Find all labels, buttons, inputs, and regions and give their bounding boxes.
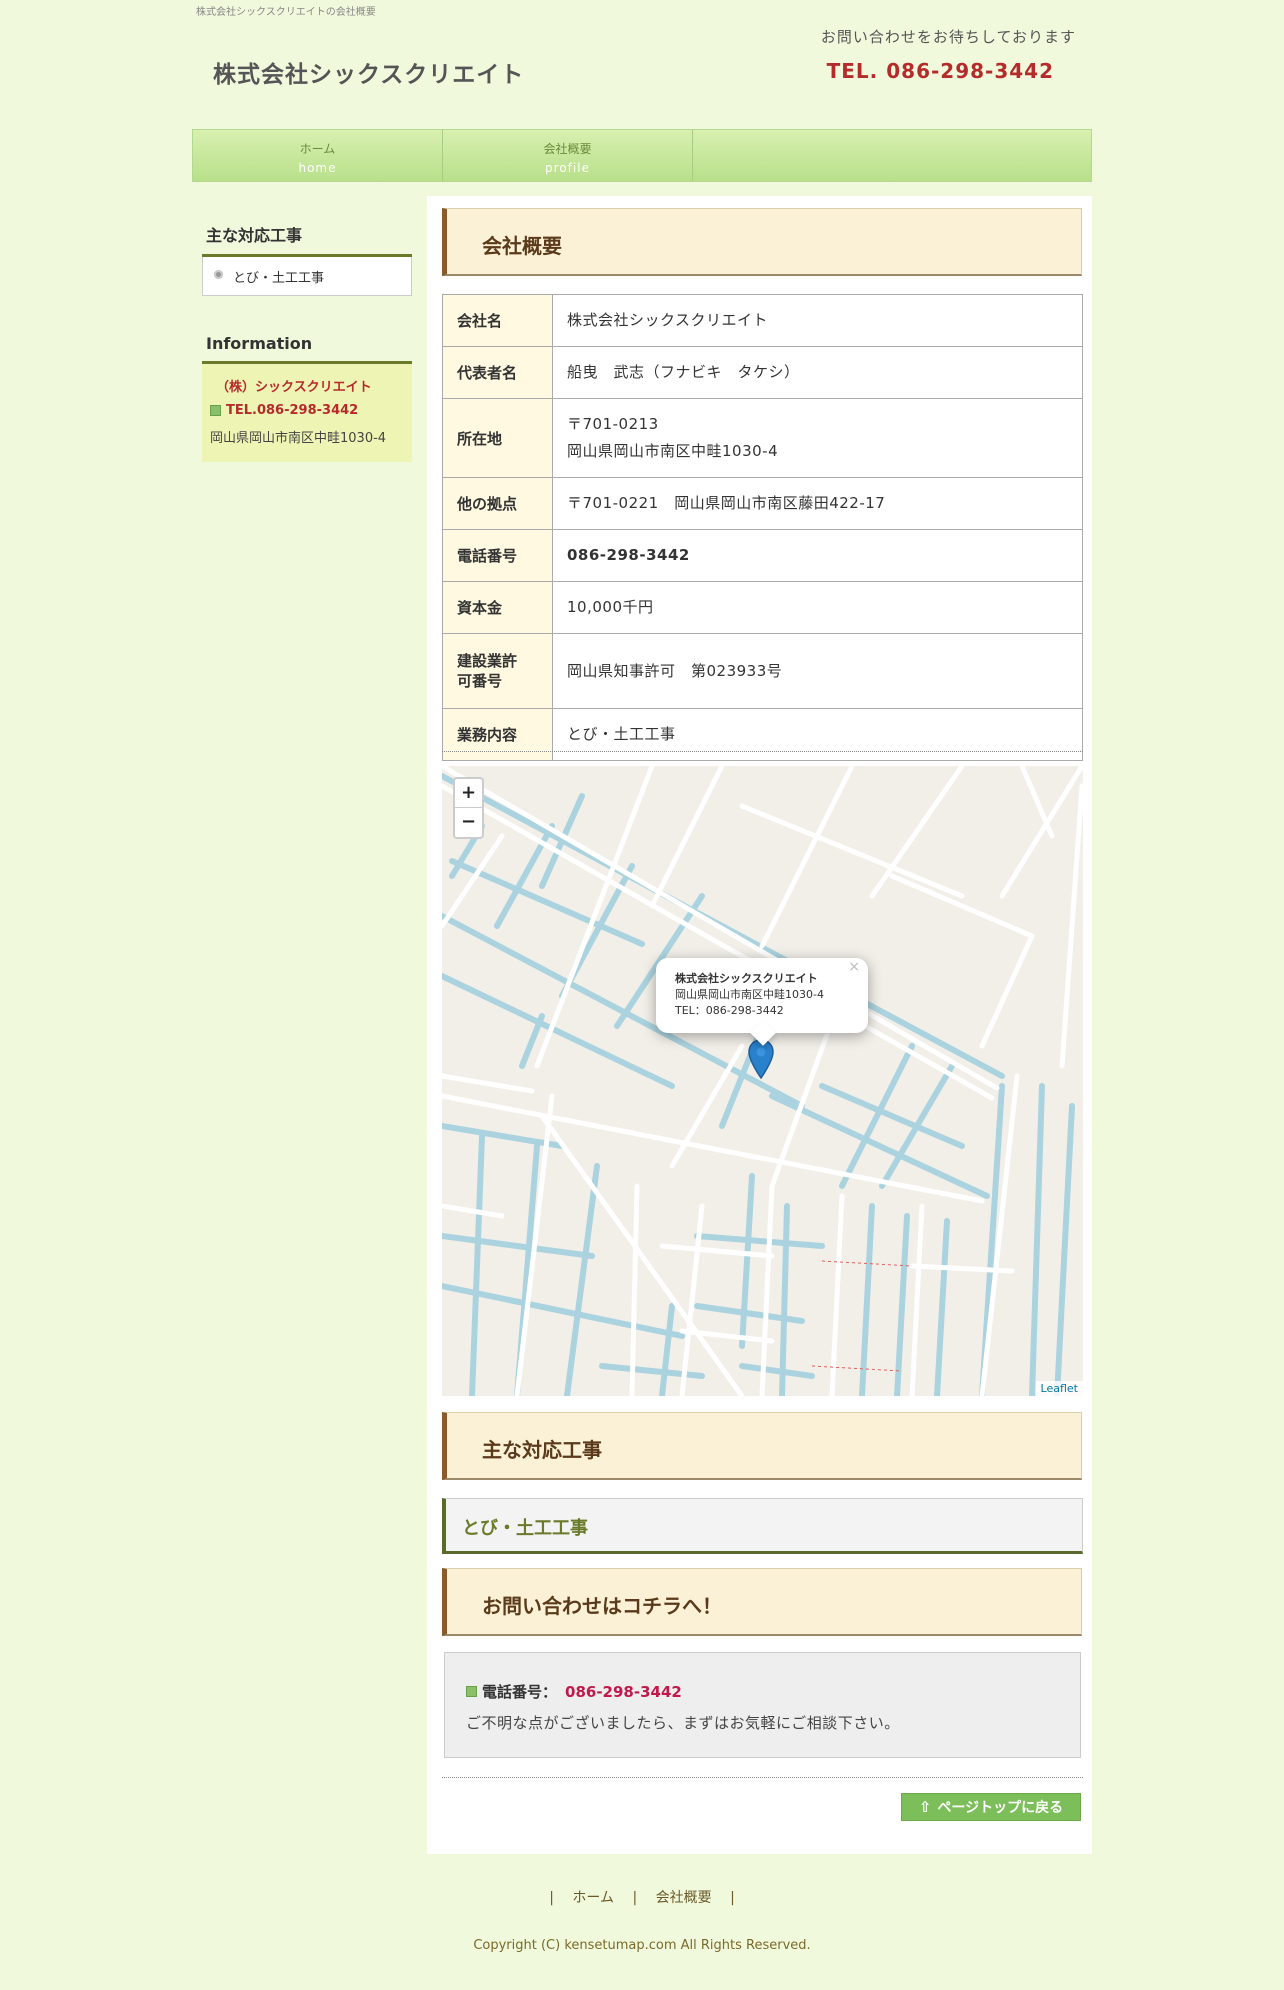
sidebar: 主な対応工事 とび・土工工事 Information （株）シックスクリエイト … [202,222,412,462]
table-row: 建設業許 可番号 岡山県知事許可 第023933号 [442,633,1083,709]
divider [442,1777,1083,1778]
table-value: 船曳 武志（フナビキ タケシ） [552,346,1083,399]
map-attribution-link[interactable]: Leaflet [1035,1381,1083,1396]
table-key: 他の拠点 [442,477,553,530]
header-contact-message: お問い合わせをお待ちしております [820,28,1076,46]
table-key: 電話番号 [442,529,553,582]
nav-item-profile[interactable]: 会社概要 profile [443,130,693,181]
contact-note: ご不明な点がございましたら、まずはお気軽にご相談下さい。 [466,1714,900,1732]
popup-address: 岡山県岡山市南区中畦1030-4 [675,988,824,1001]
header-contact: お問い合わせをお待ちしております TEL. 086-298-3442 [821,26,1076,83]
sidebar-works-heading: 主な対応工事 [202,222,412,257]
phone-icon [210,405,221,416]
table-value: 10,000千円 [552,581,1083,634]
postal-code: 〒701-0213 [567,415,659,433]
works-item: とび・土工工事 [442,1498,1083,1554]
info-address: 岡山県岡山市南区中畦1030-4 [210,431,387,446]
nav-item-label: ホーム [299,142,336,156]
footer-separator: | [730,1890,735,1906]
global-nav: ホーム home 会社概要 profile [192,129,1092,182]
table-key: 資本金 [442,581,553,634]
footer-link-profile[interactable]: 会社概要 [656,1890,712,1906]
contact-heading-text: お問い合わせはコチラへ！ [482,1594,722,1618]
zoom-control: + − [453,777,484,839]
site-title[interactable]: 株式会社シックスクリエイト [213,55,524,89]
works-heading: 主な対応工事 [442,1412,1082,1480]
arrow-up-icon: ⇧ [918,1798,932,1816]
table-key: 所在地 [442,398,553,478]
contact-box: 電話番号： 086-298-3442 ご不明な点がございましたら、まずはお気軽に… [444,1652,1081,1758]
contact-tel: 電話番号： 086-298-3442 [466,1681,1080,1702]
table-value: 株式会社シックスクリエイト [552,294,1083,347]
nav-item-label: 会社概要 [543,142,592,156]
site-caption: 株式会社シックスクリエイトの会社概要 [196,7,376,18]
footer-link-home[interactable]: ホーム [572,1890,614,1906]
table-value: 〒701-0221 岡山県岡山市南区藤田422-17 [552,477,1083,530]
table-value: 岡山県知事許可 第023933号 [552,633,1083,709]
footer-separator: | [549,1890,554,1906]
address: 岡山県岡山市南区中畦1030-4 [567,442,779,460]
table-row: 代表者名 船曳 武志（フナビキ タケシ） [442,346,1083,399]
nav-item-home[interactable]: ホーム home [193,130,443,181]
sidebar-info-heading: Information [202,334,412,364]
page-top-label: ページトップに戻る [937,1800,1064,1816]
map-marker-icon[interactable] [748,1039,774,1079]
bullet-icon [214,270,223,279]
table-row: 業務内容 とび・土工工事 [442,708,1083,761]
popup-company-name: 株式会社シックスクリエイト [675,972,818,985]
header-tel: TEL. 086-298-3442 [826,59,1054,83]
table-row: 電話番号 086-298-3442 [442,529,1083,582]
main-content: 会社概要 会社名 株式会社シックスクリエイト 代表者名 船曳 武志（フナビキ タ… [427,196,1092,1854]
footer-nav: | ホーム | 会社概要 | [0,1887,1284,1907]
page-top-button[interactable]: ⇧ ページトップに戻る [901,1793,1081,1821]
works-item-text: とび・土工工事 [462,1518,588,1539]
footer-separator: | [632,1890,638,1906]
table-value-tel[interactable]: 086-298-3442 [552,529,1083,582]
profile-heading-text: 会社概要 [482,234,562,258]
nav-item-sublabel: home [298,161,337,175]
sidebar-link-tobi[interactable]: とび・土工工事 [202,257,412,296]
table-key: 業務内容 [442,708,553,761]
contact-heading: お問い合わせはコチラへ！ [442,1568,1082,1636]
table-key: 会社名 [442,294,553,347]
profile-table: 会社名 株式会社シックスクリエイト 代表者名 船曳 武志（フナビキ タケシ） 所… [442,294,1083,761]
info-box: （株）シックスクリエイト TEL.086-298-3442 岡山県岡山市南区中畦… [202,364,412,462]
nav-item-sublabel: profile [545,161,590,175]
contact-tel-label: 電話番号： [482,1683,558,1701]
info-tel-text: TEL.086-298-3442 [226,403,359,418]
table-key: 建設業許 可番号 [442,633,553,709]
zoom-out-button[interactable]: − [455,808,482,837]
copyright: Copyright (C) kensetumap.com All Rights … [473,1938,811,1953]
table-row: 他の拠点 〒701-0221 岡山県岡山市南区藤田422-17 [442,477,1083,530]
map-tiles [442,766,1083,1396]
info-tel: TEL.086-298-3442 [210,403,404,418]
table-row: 会社名 株式会社シックスクリエイト [442,294,1083,347]
map-popup: × 株式会社シックスクリエイト 岡山県岡山市南区中畦1030-4 TEL：086… [656,958,868,1046]
profile-heading: 会社概要 [442,208,1082,276]
contact-tel-number[interactable]: 086-298-3442 [565,1683,682,1701]
table-row: 資本金 10,000千円 [442,581,1083,634]
zoom-in-button[interactable]: + [455,779,482,808]
table-key-line: 建設業許 [457,652,518,670]
table-key-line: 可番号 [457,672,503,690]
works-heading-text: 主な対応工事 [482,1438,602,1462]
table-row: 所在地 〒701-0213 岡山県岡山市南区中畦1030-4 [442,398,1083,478]
info-company-name: （株）シックスクリエイト [216,380,372,395]
divider [442,751,1083,752]
phone-icon [466,1686,477,1697]
table-key: 代表者名 [442,346,553,399]
popup-tel: TEL：086-298-3442 [675,1004,784,1017]
map[interactable]: + − × 株式会社シックスクリエイト 岡山県岡山市南区中畦1030-4 TEL… [442,766,1083,1396]
table-value: 〒701-0213 岡山県岡山市南区中畦1030-4 [552,398,1083,478]
close-icon[interactable]: × [848,959,860,975]
sidebar-link-label: とび・土工工事 [233,271,325,286]
table-value: とび・土工工事 [552,708,1083,761]
